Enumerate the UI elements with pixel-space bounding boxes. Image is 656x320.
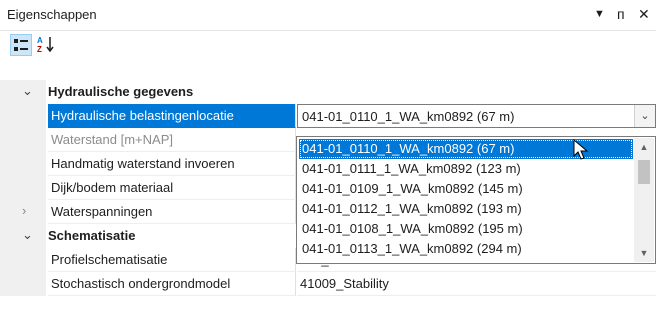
property-value[interactable]: 41009_Stability (297, 272, 656, 296)
scrollbar-thumb[interactable] (638, 160, 650, 184)
dropdown-option[interactable]: 041-01_0108_1_WA_km0892 (195 m) (299, 219, 633, 239)
row-gutter (0, 176, 46, 200)
window-menu-dropdown-icon[interactable]: ▼ (594, 8, 605, 20)
property-toolbar: A Z (0, 31, 656, 59)
dropdown-option[interactable]: 041-01_0111_1_WA_km0892 (123 m) (299, 159, 633, 179)
mouse-cursor-icon (573, 139, 589, 160)
chevron-down-icon[interactable]: ⌄ (634, 105, 655, 127)
collapse-chevron-icon[interactable]: ⌄ (22, 83, 33, 99)
panel-titlebar: Eigenschappen ▼ ᴨ ✕ (0, 0, 656, 31)
property-name[interactable]: Waterstand [m+NAP] (48, 128, 296, 152)
panel-title: Eigenschappen (7, 7, 97, 22)
combobox-value: 041-01_0110_1_WA_km0892 (67 m) (302, 109, 515, 124)
category-hydraulische-gegevens[interactable]: ⌄ Hydraulische gegevens (0, 80, 656, 104)
row-gutter (0, 272, 46, 296)
alphabetical-sort-button[interactable]: A Z (36, 34, 58, 56)
category-label: Hydraulische gegevens (48, 84, 194, 99)
scroll-up-icon[interactable]: ▲ (634, 138, 654, 156)
row-gutter (0, 152, 46, 176)
category-label: Schematisatie (48, 228, 136, 243)
property-row-belastingenlocatie[interactable]: Hydraulische belastingenlocatie 041-01_0… (0, 104, 656, 128)
belastingenlocatie-combobox[interactable]: 041-01_0110_1_WA_km0892 (67 m) ⌄ (297, 104, 656, 128)
pin-icon[interactable]: ᴨ (617, 6, 625, 22)
dropdown-option[interactable]: 041-01_0112_1_WA_km0892 (193 m) (299, 199, 633, 219)
row-gutter (0, 128, 46, 152)
property-name[interactable]: Waterspanningen (48, 200, 296, 224)
expand-chevron-icon[interactable]: › (22, 203, 26, 218)
property-name[interactable]: Profielschematisatie (48, 248, 296, 272)
dropdown-scrollbar[interactable]: ▲ ▼ (634, 138, 654, 262)
svg-text:A: A (37, 36, 43, 45)
property-name[interactable]: Dijk/bodem materiaal (48, 176, 296, 200)
svg-text:Z: Z (37, 45, 42, 54)
sort-az-icon: A Z (37, 36, 54, 54)
dropdown-option[interactable]: 041-01_0113_1_WA_km0892 (294 m) (299, 239, 633, 259)
close-icon[interactable]: ✕ (638, 6, 650, 23)
property-row-stochastisch[interactable]: Stochastisch ondergrondmodel 41009_Stabi… (0, 272, 656, 296)
property-name[interactable]: Stochastisch ondergrondmodel (48, 272, 296, 296)
collapse-chevron-icon[interactable]: ⌄ (22, 227, 33, 243)
categorized-view-icon (14, 39, 28, 51)
categorized-view-button[interactable] (10, 34, 32, 56)
row-gutter (0, 248, 46, 272)
dropdown-option[interactable]: 041-01_0109_1_WA_km0892 (145 m) (299, 179, 633, 199)
scroll-down-icon[interactable]: ▼ (634, 244, 654, 262)
property-name[interactable]: Hydraulische belastingenlocatie (48, 104, 296, 128)
row-gutter (0, 104, 46, 128)
belastingenlocatie-dropdown-list[interactable]: 041-01_0110_1_WA_km0892 (67 m) 041-01_01… (296, 136, 656, 264)
property-name[interactable]: Handmatig waterstand invoeren (48, 152, 296, 176)
